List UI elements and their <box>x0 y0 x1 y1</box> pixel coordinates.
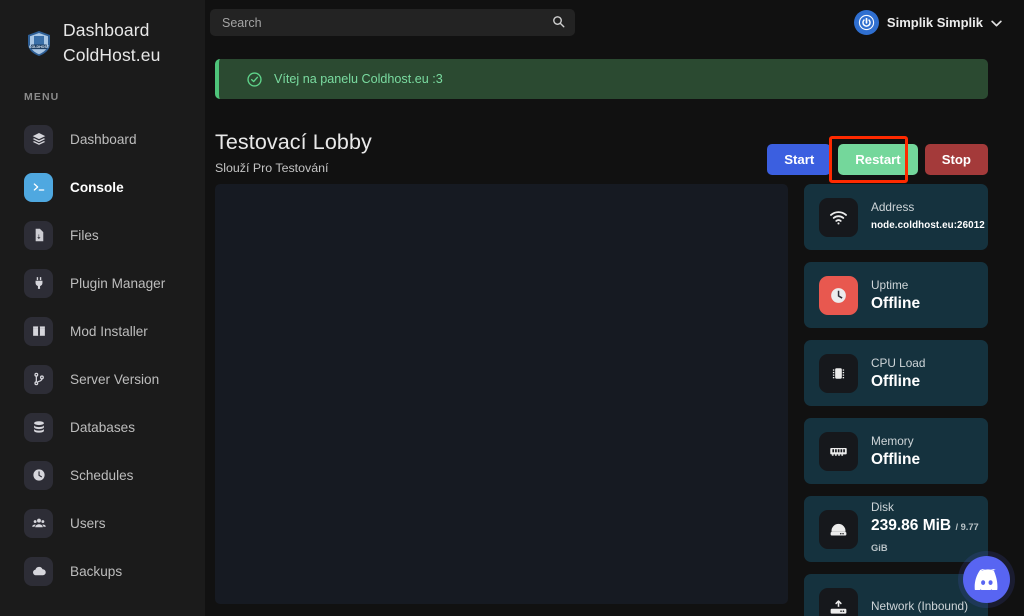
power-avatar-icon <box>853 10 879 35</box>
page-title: Testovací Lobby <box>215 130 372 154</box>
sidebar-item-label: Backups <box>70 563 123 579</box>
stat-card: Uptime Offline <box>804 262 988 328</box>
stat-card-value: 239.86 MiB <box>871 517 952 534</box>
users-icon <box>24 508 53 538</box>
sidebar-item-console[interactable]: Console <box>0 163 205 211</box>
discord-icon[interactable] <box>963 556 1010 603</box>
sidebar-item-label: Mod Installer <box>70 323 148 339</box>
topbar: Simplik Simplik <box>205 0 1024 45</box>
brand-line-1: Dashboard <box>63 20 150 40</box>
stat-card-label: Uptime <box>871 277 909 292</box>
sidebar-item-label: Server Version <box>70 371 160 387</box>
stat-card-label: Network (Inbound) <box>871 599 969 613</box>
stat-card-body: Address node.coldhost.eu:26012 <box>871 200 985 235</box>
page-subtitle: Slouží Pro Testování <box>215 161 329 175</box>
sidebar-item-backups[interactable]: Backups <box>0 547 205 595</box>
wifi-icon <box>819 197 858 237</box>
svg-text:COLDHOST: COLDHOST <box>29 45 50 49</box>
stat-card-value: Offline <box>871 372 921 390</box>
disk-icon <box>819 509 858 549</box>
stat-cards: Address node.coldhost.eu:26012 Uptime Offli… <box>804 184 988 616</box>
database-icon <box>24 412 53 442</box>
welcome-alert: Vítej na panelu Coldhost.eu :3 <box>215 59 988 99</box>
brand-line-2: ColdHost.eu <box>63 45 161 65</box>
chevron-down-icon[interactable] <box>991 17 1002 29</box>
stat-card-value-row: Offline <box>871 372 925 391</box>
search-icon[interactable] <box>552 15 565 33</box>
stat-card-value-row: Offline <box>871 294 920 313</box>
stat-card-value-row: Offline <box>871 450 920 469</box>
stat-card-value: Offline <box>871 450 921 468</box>
sidebar-item-schedules[interactable]: Schedules <box>0 451 205 499</box>
server-console[interactable] <box>215 184 788 604</box>
branch-icon <box>24 364 53 394</box>
content-row: Address node.coldhost.eu:26012 Uptime Offli… <box>205 175 1024 616</box>
stat-card-body: Uptime Offline <box>871 278 920 313</box>
clock-icon <box>24 460 53 490</box>
stat-card-label: Memory <box>871 433 914 448</box>
brand-title: Dashboard ColdHost.eu <box>63 18 160 68</box>
file-icon <box>24 220 53 250</box>
stat-card: Address node.coldhost.eu:26012 <box>804 184 988 250</box>
stop-button[interactable]: Stop <box>924 144 988 175</box>
main-area: Simplik Simplik Vítej na panelu Coldhost… <box>205 0 1024 616</box>
cpu-icon <box>819 353 858 393</box>
network-icon <box>819 587 858 616</box>
sidebar-item-label: Schedules <box>70 467 134 483</box>
user-name: Simplik Simplik <box>886 15 983 30</box>
stat-card-value: node.coldhost.eu:26012 <box>871 219 985 231</box>
layers-icon <box>24 124 53 154</box>
sidebar-item-mod-installer[interactable]: Mod Installer <box>0 307 205 355</box>
stat-card-body: Memory Offline <box>871 434 920 469</box>
cloud-icon <box>24 556 53 586</box>
stat-card-value-row: 239.86 MiB / 9.77 GiB <box>871 516 988 558</box>
stat-card: CPU Load Offline <box>804 340 988 406</box>
sidebar-item-label: Console <box>70 179 124 195</box>
stat-card-label: CPU Load <box>871 355 926 370</box>
sidebar-item-databases[interactable]: Databases <box>0 403 205 451</box>
menu-heading: MENU <box>24 91 60 103</box>
sidebar-nav: Dashboard Console Files Plugin Manager Mod I… <box>0 115 205 595</box>
plug-icon <box>24 268 53 298</box>
start-button[interactable]: Start <box>767 144 832 175</box>
search-box[interactable] <box>210 9 575 36</box>
search-input[interactable] <box>210 9 575 36</box>
terminal-icon <box>24 172 53 202</box>
stat-card-label: Disk <box>871 500 894 514</box>
sidebar-item-server-version[interactable]: Server Version <box>0 355 205 403</box>
stat-card-value: Offline <box>871 294 921 312</box>
sidebar-item-files[interactable]: Files <box>0 211 205 259</box>
stat-card-label: Address <box>871 199 915 214</box>
check-circle-icon <box>246 71 263 88</box>
sidebar-item-label: Databases <box>70 419 135 435</box>
power-actions: Start Restart Stop <box>767 136 988 183</box>
sidebar-item-label: Plugin Manager <box>70 275 166 291</box>
title-block: Testovací Lobby Slouží Pro Testování <box>215 130 767 175</box>
box-icon <box>24 316 53 346</box>
stat-card: Memory Offline <box>804 418 988 484</box>
coldhost-logo-icon: COLDHOST <box>24 28 54 58</box>
sidebar-item-label: Users <box>70 515 106 531</box>
restart-button[interactable]: Restart <box>838 144 918 175</box>
sidebar-item-dashboard[interactable]: Dashboard <box>0 115 205 163</box>
stat-card-body: Disk 239.86 MiB / 9.77 GiB <box>871 500 988 558</box>
stat-card: Network (Inbound) <box>804 574 988 616</box>
clock-icon <box>819 275 858 315</box>
brand[interactable]: COLDHOST Dashboard ColdHost.eu <box>0 0 205 68</box>
user-menu[interactable]: Simplik Simplik <box>853 10 1002 35</box>
sidebar-item-label: Dashboard <box>70 131 137 147</box>
ram-icon <box>819 431 858 471</box>
stat-card-body: Network (Inbound) <box>871 599 968 615</box>
stat-card-body: CPU Load Offline <box>871 356 925 391</box>
sidebar-item-users[interactable]: Users <box>0 499 205 547</box>
sidebar-item-plugin-manager[interactable]: Plugin Manager <box>0 259 205 307</box>
page-header: Testovací Lobby Slouží Pro Testování Sta… <box>205 99 1024 183</box>
stat-card: Disk 239.86 MiB / 9.77 GiB <box>804 496 988 562</box>
alert-text: Vítej na panelu Coldhost.eu :3 <box>274 72 443 86</box>
stat-card-value-row: node.coldhost.eu:26012 <box>871 216 985 235</box>
sidebar-item-label: Files <box>70 227 99 243</box>
sidebar: COLDHOST Dashboard ColdHost.eu MENU Dash… <box>0 0 205 616</box>
app-window: COLDHOST Dashboard ColdHost.eu MENU Dash… <box>0 0 1024 616</box>
